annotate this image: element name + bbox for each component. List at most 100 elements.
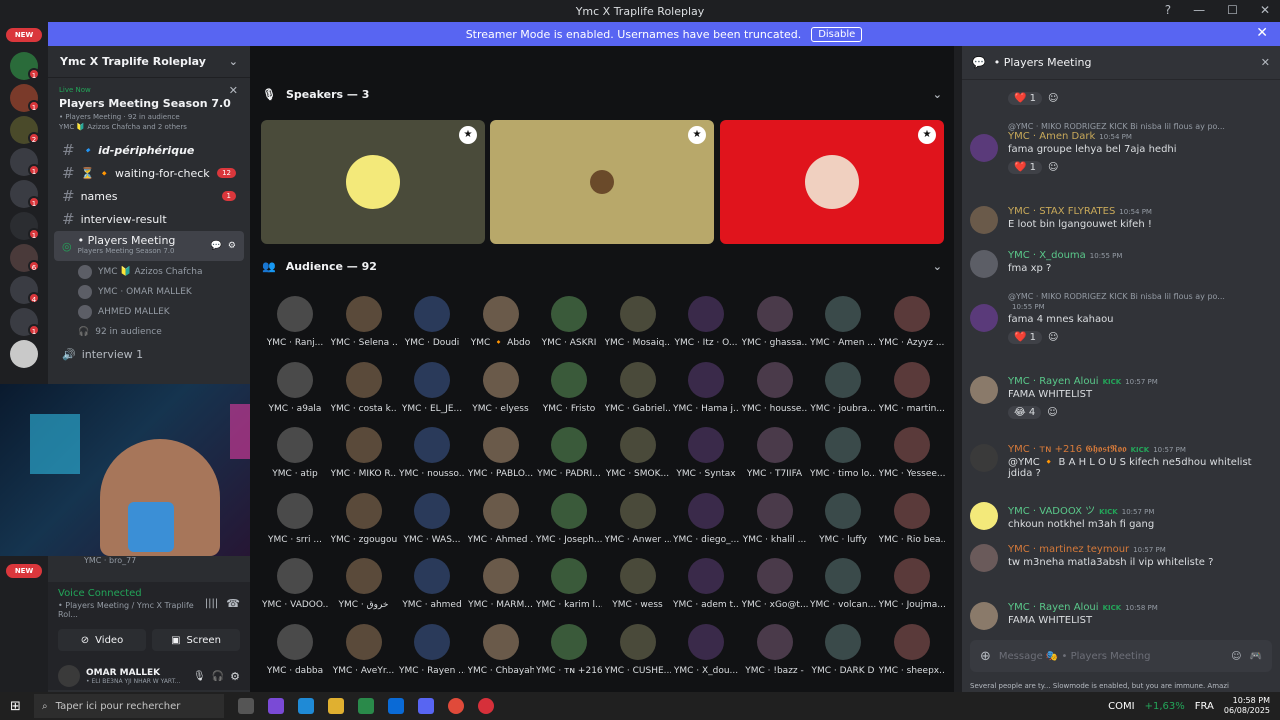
gear-icon[interactable]: ⚙ <box>230 670 240 683</box>
add-reaction-icon[interactable]: ☺ <box>1048 93 1058 104</box>
audience-member[interactable]: YMC · Ahmed ... <box>468 492 534 551</box>
audience-member[interactable]: YMC · diego_... <box>673 492 739 551</box>
audience-member[interactable]: YMC · Rio bea... <box>879 492 945 551</box>
avatar[interactable] <box>970 206 998 234</box>
reaction[interactable]: ❤️ 1 <box>1008 161 1042 174</box>
avatar[interactable] <box>970 376 998 404</box>
reply-preview[interactable]: @YMC · MIKO RODRIGEZ KICK Bi nisba lil f… <box>1008 292 1270 301</box>
audience-member[interactable]: YMC · VADOO... <box>262 558 328 616</box>
message-author[interactable]: YMC · ᴛɴ +216 𝕲𝖍𝖔𝖘𝖙𝕽𝖔𝖔 <box>1008 444 1127 455</box>
reaction[interactable]: ❤️ 1 <box>1008 331 1042 344</box>
audience-member[interactable]: YMC · dabba <box>262 623 328 682</box>
audience-member[interactable]: YMC · Doudi <box>399 296 465 354</box>
audience-member[interactable]: YMC · T7IIFA <box>742 427 808 485</box>
audience-member[interactable]: YMC · sheepx... <box>879 623 945 682</box>
video-button[interactable]: ⊘ Video <box>58 629 146 651</box>
reply-preview[interactable]: @YMC · MIKO RODRIGEZ KICK Bi nisba lil f… <box>1008 122 1270 131</box>
speakers-header[interactable]: 🎙 Speakers — 3 ⌄ <box>250 82 954 106</box>
voice-user-name[interactable]: YMC · bro_77 <box>84 556 244 565</box>
audience-member[interactable]: YMC · PADRI... <box>536 427 602 485</box>
audience-member[interactable]: YMC 🔸 Abdo <box>468 296 534 354</box>
store-icon[interactable] <box>358 698 374 714</box>
audience-member[interactable]: YMC · elyess <box>468 361 534 420</box>
audience-member[interactable]: YMC · Amen ... <box>810 296 876 354</box>
avatar[interactable] <box>970 250 998 278</box>
chat-icon[interactable]: 💬 <box>211 241 222 251</box>
audience-member[interactable]: YMC · Ranj... <box>262 296 328 354</box>
minimize-icon[interactable]: — <box>1193 3 1205 17</box>
chevron-down-icon[interactable]: ⌄ <box>933 260 942 273</box>
voice-user[interactable]: YMC 🔰 Azizos Chafcha <box>78 262 250 282</box>
stock-name[interactable]: COMI <box>1108 701 1134 712</box>
audience-member[interactable]: YMC · srri ... <box>262 492 328 551</box>
mic-icon[interactable]: 🎙 <box>193 671 206 682</box>
channel-interview-1[interactable]: 🔊 interview 1 <box>54 343 244 365</box>
close-window-icon[interactable]: ✕ <box>1260 3 1270 17</box>
banner-close-icon[interactable]: ✕ <box>1256 25 1268 41</box>
help-icon[interactable]: ? <box>1165 3 1171 17</box>
speaker-tile[interactable]: ★ <box>261 120 485 244</box>
live-event-card[interactable]: ✕ Live Now Players Meeting Season 7.0 • … <box>54 82 244 135</box>
audience-member[interactable]: YMC · WAS... <box>399 492 465 551</box>
lang-indicator[interactable]: FRA <box>1195 701 1214 712</box>
audience-member[interactable]: YMC · wess <box>605 558 671 616</box>
audience-member[interactable]: YMC · PABLO... <box>468 427 534 485</box>
audience-member[interactable]: YMC · X_dou... <box>673 623 739 682</box>
audience-member[interactable]: YMC · martin... <box>879 361 945 420</box>
taskbar-search[interactable]: ⌕ Taper ici pour rechercher <box>34 694 224 718</box>
message-author[interactable]: YMC · Rayen Aloui <box>1008 602 1099 613</box>
audience-member[interactable]: YMC · ASKRI <box>536 296 602 354</box>
audience-member[interactable]: YMC · AveYr... <box>331 623 397 682</box>
message-author[interactable]: YMC · X_douma <box>1008 250 1086 261</box>
add-attachment-icon[interactable]: ⊕ <box>980 649 991 664</box>
soundboard-icon[interactable]: |||| <box>205 598 218 609</box>
audience-member[interactable]: YMC · خروق <box>331 558 397 616</box>
add-reaction-icon[interactable]: ☺ <box>1048 332 1058 343</box>
audience-member[interactable]: YMC · xGo@t... <box>742 558 808 616</box>
audience-member[interactable]: YMC · ahmed <box>399 558 465 616</box>
audience-member[interactable]: YMC · Joujma... <box>879 558 945 616</box>
voice-user[interactable]: AHMED MALLEK <box>78 302 250 322</box>
audience-member[interactable]: YMC · MIKO R... <box>331 427 397 485</box>
audience-member[interactable]: YMC · luffy <box>810 492 876 551</box>
explorer-icon[interactable] <box>328 698 344 714</box>
discord-icon[interactable] <box>418 698 434 714</box>
channel-id-peripherique[interactable]: # 🔹 id-périphérique <box>54 139 244 161</box>
copilot-icon[interactable] <box>268 698 284 714</box>
audience-member[interactable]: YMC · Itz · O... <box>673 296 739 354</box>
audience-member[interactable]: YMC · EL_JE... <box>399 361 465 420</box>
speaker-tile[interactable]: ★ <box>490 120 714 244</box>
clock[interactable]: 10:58 PM 06/08/2025 <box>1224 696 1270 716</box>
audience-member[interactable]: YMC · karim l... <box>536 558 602 616</box>
gear-icon[interactable]: ⚙ <box>228 241 236 251</box>
close-icon[interactable]: ✕ <box>229 84 238 97</box>
audience-member[interactable]: YMC · Yessee... <box>879 427 945 485</box>
audience-member[interactable]: YMC · Azyyz ... <box>879 296 945 354</box>
audience-member[interactable]: YMC · Hama j... <box>673 361 739 420</box>
close-icon[interactable]: ✕ <box>1261 56 1270 69</box>
audience-header[interactable]: 👥 Audience — 92 ⌄ <box>250 254 954 278</box>
channel-interview-result[interactable]: # interview-result <box>54 208 244 230</box>
message-author[interactable]: YMC · STAX FLYRATES <box>1008 206 1115 217</box>
headphones-icon[interactable]: 🎧 <box>212 671 224 682</box>
audience-member[interactable]: YMC · khalil ... <box>742 492 808 551</box>
audience-member[interactable]: YMC · Rayen ... <box>399 623 465 682</box>
chrome-icon[interactable] <box>448 698 464 714</box>
reaction[interactable]: 😂 4 <box>1008 406 1042 419</box>
avatar[interactable] <box>970 304 998 332</box>
avatar[interactable] <box>970 602 998 630</box>
audience-member[interactable]: YMC · housse... <box>742 361 808 420</box>
audience-member[interactable]: YMC · Syntax <box>673 427 739 485</box>
outlook-icon[interactable] <box>388 698 404 714</box>
task-view-icon[interactable] <box>238 698 254 714</box>
server-header[interactable]: Ymc X Traplife Roleplay ⌄ <box>48 46 250 78</box>
avatar[interactable] <box>970 134 998 162</box>
voice-user[interactable]: YMC · OMAR MALLEK <box>78 282 250 302</box>
screen-button[interactable]: ▣ Screen <box>152 629 240 651</box>
user-panel[interactable]: OMAR MALLEK • ELI BE3NA YJI NHAR W YART..… <box>58 665 240 687</box>
audience-member[interactable]: YMC · atip <box>262 427 328 485</box>
message-author[interactable]: YMC · Rayen Aloui <box>1008 376 1099 387</box>
message-author[interactable]: YMC · VADOOX ツ <box>1008 506 1095 517</box>
audience-member[interactable]: YMC · MARM... <box>468 558 534 616</box>
audience-member[interactable]: YMC · nousso... <box>399 427 465 485</box>
